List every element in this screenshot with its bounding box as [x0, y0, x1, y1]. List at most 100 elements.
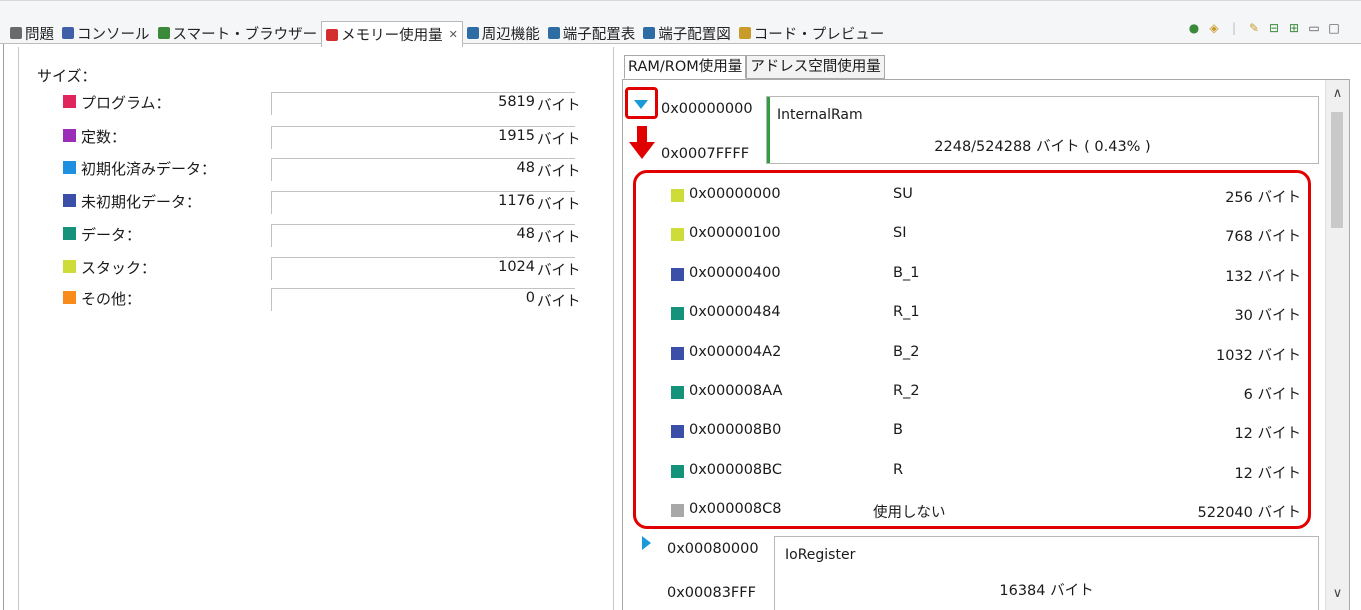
size-value: 1176	[498, 193, 535, 209]
region-name: IoRegister	[785, 547, 856, 563]
size-label: 定数：	[81, 128, 127, 146]
segment-address: 0x000008C8	[689, 501, 782, 517]
region-end-address: 0x00083FFF	[667, 585, 756, 601]
expand-icon[interactable]: ⊞	[1287, 21, 1301, 35]
segment-address: 0x000008AA	[689, 383, 783, 399]
size-panel: サイズ： プログラム： 5819 バイト 定数： 1915 バイト 初期化済みデータ： 48 バ…	[18, 47, 614, 610]
export-icon[interactable]: ✎	[1247, 21, 1261, 35]
size-value: 1024	[498, 259, 535, 275]
segment-name: B_2	[893, 344, 920, 360]
view-tab-bar: 問題 コンソール スマート・ブラウザー メモリー使用量 ✕ 周辺機能 端子配置表 端子配置図 コ…	[0, 0, 1361, 47]
segment-address: 0x000008B0	[689, 422, 782, 438]
size-unit: バイト	[537, 197, 581, 213]
tab-peripheral[interactable]: 周辺機能	[463, 21, 544, 45]
size-value: 5819	[498, 94, 535, 110]
size-title: サイズ：	[37, 67, 97, 85]
tab-problems[interactable]: 問題	[6, 21, 58, 45]
memory-map-panel: RAM/ROM使用量 アドレス空間使用量 0x00000000 0x0007FF…	[620, 47, 1354, 610]
segment-size: 6 バイト	[1243, 387, 1301, 403]
region-usage: 16384 バイト	[999, 583, 1094, 599]
view-toolbar: ● ◈ | ✎ ⊟ ⊞ ▭ □	[1187, 21, 1341, 35]
size-unit: バイト	[537, 294, 581, 310]
problems-icon	[10, 27, 22, 39]
size-label: 未初期化データ：	[81, 193, 202, 211]
tab-console[interactable]: コンソール	[58, 21, 154, 45]
minimize-icon[interactable]: ▭	[1307, 21, 1321, 35]
segment-row[interactable]: 0x000008C8 使用しない 522040 バイト	[661, 491, 1301, 531]
color-swatch	[671, 268, 684, 281]
collapse-icon[interactable]: ⊟	[1267, 21, 1281, 35]
segment-address: 0x00000100	[689, 225, 781, 241]
size-unit: バイト	[537, 164, 581, 180]
view-tabs: 問題 コンソール スマート・ブラウザー メモリー使用量 ✕ 周辺機能 端子配置表 端子配置図 コ…	[6, 21, 889, 47]
region-start-address: 0x00000000	[661, 101, 753, 117]
segment-size: 132 バイト	[1225, 269, 1301, 285]
region-start-address: 0x00080000	[667, 541, 759, 557]
memory-view-tabs: RAM/ROM使用量 アドレス空間使用量	[624, 55, 885, 79]
segment-name: R_1	[893, 304, 920, 320]
scroll-thumb[interactable]	[1331, 112, 1343, 228]
color-swatch	[671, 347, 684, 360]
maximize-icon[interactable]: □	[1327, 21, 1341, 35]
link-icon[interactable]: ◈	[1207, 21, 1221, 35]
tab-smart-browser[interactable]: スマート・ブラウザー	[154, 21, 322, 45]
scroll-down-icon[interactable]: ∨	[1326, 586, 1349, 606]
segment-name: SU	[893, 186, 913, 202]
down-arrow-icon	[629, 126, 655, 159]
segment-size: 30 バイト	[1234, 308, 1301, 324]
size-value: 0	[525, 290, 535, 306]
refresh-icon[interactable]: ●	[1187, 21, 1201, 35]
size-unit: バイト	[537, 132, 581, 148]
segment-row[interactable]: 0x00000400 B_1 132 バイト	[661, 255, 1301, 295]
expand-toggle-highlight	[625, 87, 658, 119]
collapse-triangle-icon[interactable]	[642, 536, 651, 550]
tab-code-preview[interactable]: コード・プレビュー	[735, 21, 889, 45]
pin-table-icon	[547, 27, 560, 39]
tab-label: メモリー使用量	[341, 28, 443, 44]
console-icon	[62, 27, 74, 39]
memory-usage-icon	[326, 28, 339, 41]
tab-address-space-usage[interactable]: アドレス空間使用量	[746, 55, 885, 79]
color-swatch	[63, 227, 76, 240]
segment-address: 0x00000400	[689, 265, 781, 281]
segment-row[interactable]: 0x00000484 R_1 30 バイト	[661, 294, 1301, 334]
tab-pin-table[interactable]: 端子配置表	[544, 21, 640, 45]
size-unit: バイト	[537, 230, 581, 246]
scroll-up-icon[interactable]: ∧	[1326, 86, 1349, 106]
tab-label: コンソール	[77, 26, 150, 43]
segment-name: B_1	[893, 265, 920, 281]
segment-size: 768 バイト	[1225, 229, 1301, 245]
size-label: プログラム：	[81, 94, 171, 112]
size-row: 定数： 1915 バイト	[59, 125, 599, 149]
segment-size: 12 バイト	[1234, 426, 1301, 442]
size-value: 48	[516, 226, 535, 242]
region-block-io-register[interactable]: IoRegister 16384 バイト	[774, 536, 1319, 610]
segment-row[interactable]: 0x00000000 SU 256 バイト	[661, 176, 1301, 216]
segment-row[interactable]: 0x000008AA R_2 6 バイト	[661, 373, 1301, 413]
size-row: 未初期化データ： 1176 バイト	[59, 190, 599, 214]
segment-row[interactable]: 0x00000100 SI 768 バイト	[661, 215, 1301, 255]
close-icon[interactable]: ✕	[449, 28, 458, 41]
tab-ram-rom-usage[interactable]: RAM/ROM使用量	[624, 55, 747, 79]
segment-address: 0x000008BC	[689, 462, 782, 478]
color-swatch	[671, 307, 684, 320]
region-end-address: 0x0007FFFF	[661, 146, 750, 162]
color-swatch	[63, 260, 76, 273]
segment-size: 256 バイト	[1225, 190, 1301, 206]
segment-row[interactable]: 0x000004A2 B_2 1032 バイト	[661, 334, 1301, 374]
size-unit: バイト	[537, 98, 581, 114]
segment-row[interactable]: 0x000008B0 B 12 バイト	[661, 412, 1301, 452]
region-block-internal-ram[interactable]: InternalRam 2248/524288 バイト ( 0.43% )	[766, 96, 1319, 164]
segment-name: R	[893, 462, 904, 478]
vertical-scrollbar[interactable]: ∧ ∨	[1325, 80, 1349, 610]
segment-row[interactable]: 0x000008BC R 12 バイト	[661, 452, 1301, 492]
tab-label: 周辺機能	[481, 26, 540, 43]
segment-size: 1032 バイト	[1215, 348, 1301, 364]
color-swatch	[671, 465, 684, 478]
region-usage: 2248/524288 バイト ( 0.43% )	[934, 139, 1151, 155]
tab-pin-diagram[interactable]: 端子配置図	[639, 21, 735, 45]
memory-map-body: 0x00000000 0x0007FFFF InternalRam 2248/5…	[622, 79, 1350, 610]
size-row: スタック： 1024 バイト	[59, 256, 599, 280]
size-label: スタック：	[81, 259, 157, 277]
tab-label: 問題	[25, 26, 54, 43]
